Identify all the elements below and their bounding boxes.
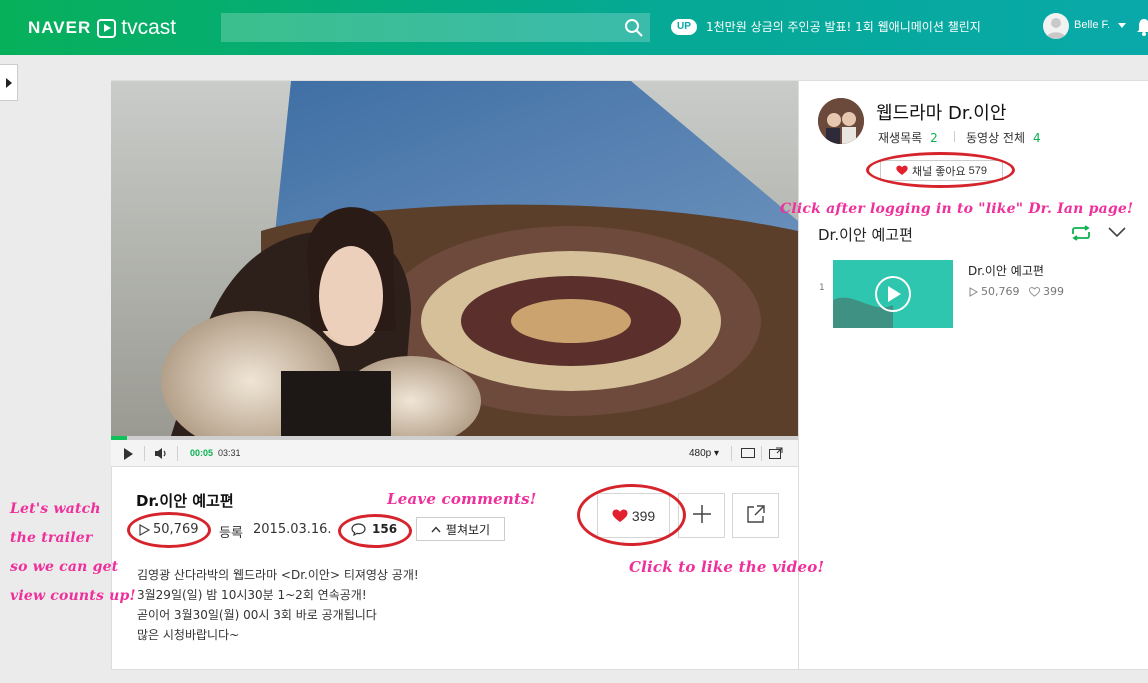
playlist-label: 재생목록	[878, 131, 923, 145]
sidebar-toggle-button[interactable]	[0, 64, 18, 101]
logo-tvcast-text: tvcast	[121, 16, 177, 39]
volume-icon[interactable]	[154, 447, 168, 460]
annotation-leave-comments: Leave comments!	[387, 490, 537, 508]
all-videos-count: 4	[1033, 131, 1041, 145]
description-line: 곧이어 3월30일(월) 00시 3회 바로 공개됩니다	[137, 608, 377, 622]
control-divider	[177, 446, 178, 461]
heart-outline-icon	[1029, 286, 1040, 297]
fullscreen-icon[interactable]	[741, 448, 755, 458]
like-video-button[interactable]: 399	[597, 493, 670, 538]
channel-like-button[interactable]: 채널 좋아요 579	[880, 160, 1003, 181]
playlist-title: Dr.이안 예고편	[818, 226, 913, 244]
user-name[interactable]: Belle F.	[1074, 19, 1110, 31]
share-icon	[746, 505, 765, 523]
thumbnail-image	[833, 260, 953, 328]
annotation-like-channel: Click after logging in to "like" Dr. Ian…	[780, 201, 1134, 217]
view-count: 50,769	[139, 522, 199, 537]
quality-value: 480p	[689, 448, 712, 459]
control-divider	[144, 446, 145, 461]
bell-icon[interactable]	[1136, 17, 1148, 37]
playlist-item-likes-value: 399	[1043, 285, 1064, 298]
annotation-watch-trailer: Let's watch the trailer so we can get vi…	[10, 495, 136, 611]
annotation-like-video: Click to like the video!	[629, 558, 825, 576]
channel-meta-divider	[954, 131, 955, 142]
channel-avatar[interactable]	[818, 98, 864, 144]
control-divider	[731, 446, 732, 461]
annotation-line: the trailer	[10, 530, 93, 546]
plus-icon	[692, 505, 711, 523]
current-time: 00:05	[190, 448, 214, 458]
notice-link[interactable]: 1천만원 상금의 주인공 발표! 1회 웹애니메이션 챌린지	[706, 19, 981, 35]
description-line: 많은 시청바랍니다~	[137, 628, 240, 642]
up-badge: UP	[671, 19, 697, 35]
share-button[interactable]	[732, 493, 779, 538]
playlist-item-views-value: 50,769	[981, 285, 1020, 298]
like-count: 399	[631, 507, 656, 524]
expand-label: 펼쳐보기	[445, 522, 491, 537]
view-count-value: 50,769	[153, 522, 199, 537]
registered-label: 등록	[219, 526, 243, 541]
comment-count: 156	[372, 522, 398, 536]
popout-icon[interactable]	[769, 447, 783, 459]
play-button[interactable]	[124, 448, 133, 460]
playlist-item-views: 50,769	[969, 285, 1020, 298]
channel-all-videos-link[interactable]: 동영상 전체 4	[966, 129, 1041, 146]
channel-name[interactable]: 웹드라마 Dr.이안	[876, 99, 1006, 125]
annotation-line: Let's watch	[10, 501, 101, 517]
all-videos-label: 동영상 전체	[966, 131, 1026, 145]
total-time: 03:31	[218, 448, 241, 458]
user-avatar[interactable]	[1043, 13, 1069, 39]
play-count-icon	[969, 286, 978, 297]
playlist-item-likes: 399	[1029, 285, 1064, 298]
description-line: 김영광 산다라박의 웹드라마 <Dr.이안> 티져영상 공개!	[137, 568, 419, 582]
top-navigation-bar: NAVER tvcast UP 1천만원 상금의 주인공 발표! 1회 웹애니메…	[0, 0, 1148, 55]
search-icon[interactable]	[624, 18, 644, 38]
column-divider	[798, 80, 799, 670]
video-frame-image	[111, 81, 798, 436]
comment-icon	[351, 522, 366, 536]
playlist-count: 2	[930, 131, 938, 145]
quality-selector[interactable]: 480p ▾	[689, 448, 719, 459]
expand-description-button[interactable]: 펼쳐보기	[416, 517, 505, 541]
repeat-icon[interactable]	[1070, 225, 1092, 241]
annotation-line: view counts up!	[10, 588, 136, 604]
playlist-item-index: 1	[819, 283, 825, 293]
video-player[interactable]	[111, 81, 798, 436]
channel-playlist-link[interactable]: 재생목록 2	[878, 129, 938, 146]
logo-naver-text: NAVER	[28, 18, 92, 37]
search-input[interactable]	[221, 13, 616, 42]
chevron-down-icon[interactable]	[1108, 226, 1126, 238]
quality-caret-icon: ▾	[711, 448, 720, 459]
control-divider	[761, 446, 762, 461]
heart-icon	[896, 165, 908, 175]
channel-like-count: 579	[968, 164, 988, 177]
video-controls: 00:05 03:31 480p ▾	[111, 440, 798, 467]
add-to-playlist-button[interactable]	[678, 493, 725, 538]
naver-tvcast-logo[interactable]: NAVER tvcast	[28, 16, 176, 40]
search-bar	[221, 13, 650, 42]
user-silhouette-icon	[1046, 18, 1066, 39]
registered-date: 2015.03.16.	[253, 522, 332, 537]
chevron-down-icon[interactable]	[1118, 23, 1126, 28]
channel-like-label: 채널 좋아요	[911, 165, 966, 178]
channel-avatar-image	[818, 98, 864, 144]
annotation-line: so we can get	[10, 559, 119, 575]
playlist-item-title[interactable]: Dr.이안 예고편	[968, 262, 1044, 279]
play-count-icon	[139, 523, 150, 536]
comments-link[interactable]: 156	[351, 522, 397, 536]
heart-icon	[612, 509, 628, 522]
playlist-item-thumbnail[interactable]	[833, 260, 953, 328]
description-line: 3월29일(일) 밤 10시30분 1~2회 연속공개!	[137, 588, 367, 602]
play-icon	[97, 18, 117, 38]
video-title: Dr.이안 예고편	[136, 492, 234, 510]
video-description: 김영광 산다라박의 웹드라마 <Dr.이안> 티져영상 공개! 3월29일(일)…	[137, 565, 419, 645]
chevron-up-icon	[431, 525, 441, 532]
